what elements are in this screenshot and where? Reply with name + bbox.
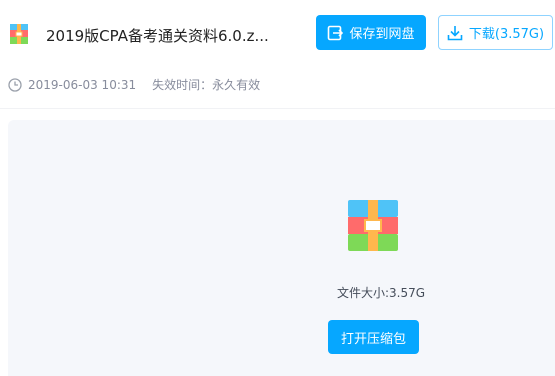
save-button-label: 保存到网盘 — [349, 27, 415, 42]
download-icon — [447, 25, 463, 41]
clock-icon — [8, 77, 22, 92]
open-archive-button[interactable]: 打开压缩包 — [328, 320, 419, 354]
zip-archive-icon — [10, 24, 28, 44]
save-icon — [327, 25, 344, 41]
download-button[interactable]: 下载(3.57G) — [438, 15, 553, 50]
share-date: 2019-06-03 10:31 — [28, 77, 137, 92]
file-preview-panel: 文件大小:3.57G 打开压缩包 — [8, 120, 555, 376]
file-header: 2019版CPA备考通关资料6.0.z... 保存到网盘 下载(3.57G) 2… — [0, 0, 555, 92]
divider — [0, 108, 555, 109]
zip-archive-icon — [348, 200, 398, 251]
file-title: 2019版CPA备考通关资料6.0.z... — [46, 27, 269, 45]
file-meta: 2019-06-03 10:31 失效时间：永久有效 — [8, 76, 260, 93]
expire-time: 失效时间：永久有效 — [152, 78, 261, 92]
save-to-netdisk-button[interactable]: 保存到网盘 — [316, 15, 426, 50]
download-button-label: 下载(3.57G) — [468, 27, 545, 42]
file-size: 文件大小:3.57G — [336, 286, 426, 300]
